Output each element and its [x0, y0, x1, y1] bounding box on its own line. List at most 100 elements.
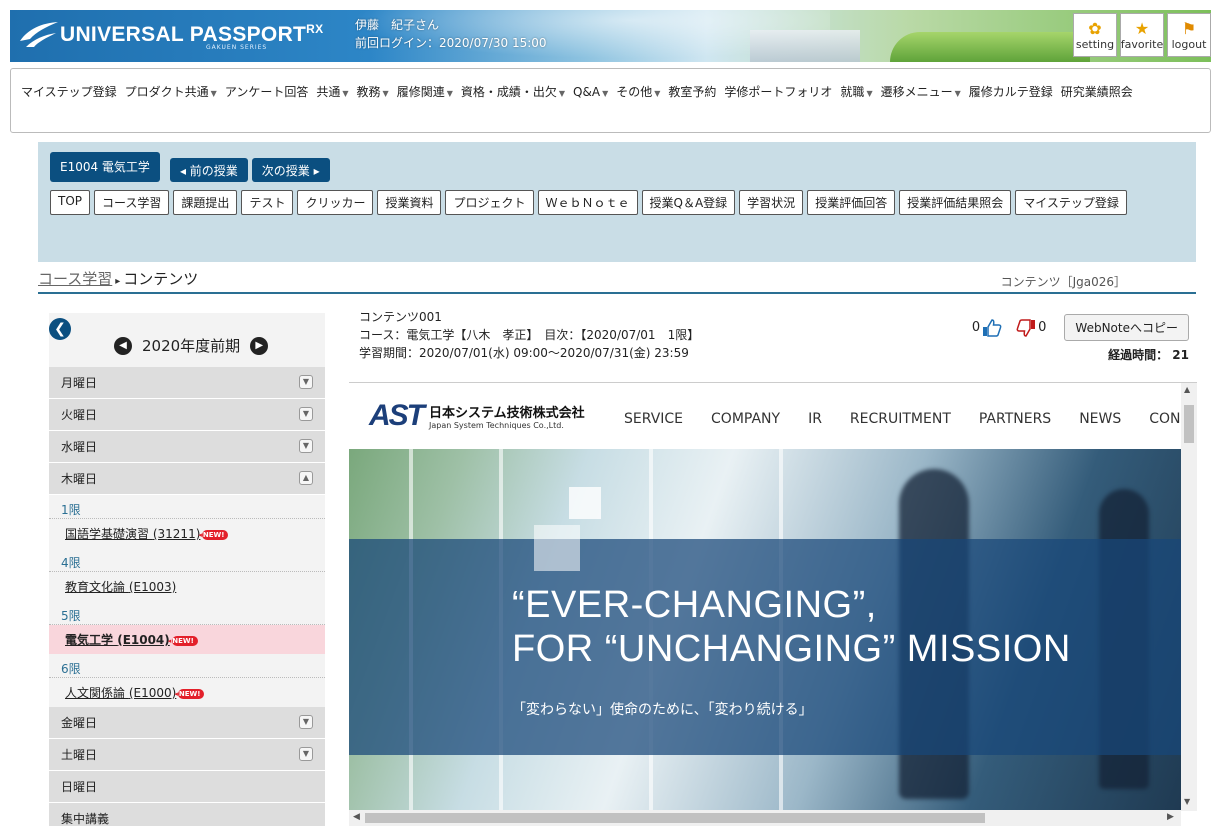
- scroll-down-icon[interactable]: ▼: [1184, 797, 1190, 806]
- horizontal-scroll-thumb[interactable]: [365, 813, 985, 823]
- chevron-down-icon: ▼: [342, 89, 349, 98]
- day-row[interactable]: 火曜日 ▼: [49, 399, 325, 431]
- lecture-link[interactable]: 教育文化論 (E1003): [65, 580, 176, 594]
- prev-term-icon[interactable]: ◀: [114, 336, 132, 355]
- term-label: 2020年度前期: [142, 337, 241, 355]
- menu-item[interactable]: 履修関連 ▼: [397, 78, 453, 108]
- new-badge: NEW!: [171, 635, 198, 646]
- chevron-down-icon: ▼: [558, 89, 566, 98]
- course-tab[interactable]: 授業評価結果照会: [899, 190, 1012, 215]
- app-header: UNIVERSAL PASSPORTRX GAKUEN SERIES 伊藤 紀子…: [10, 10, 1211, 62]
- course-tab[interactable]: テスト: [241, 190, 294, 215]
- vertical-scrollbar[interactable]: ▲ ▼: [1181, 383, 1197, 811]
- menu-item[interactable]: 遷移メニュー ▼: [881, 78, 961, 108]
- lecture-item[interactable]: 教育文化論 (E1003): [49, 572, 325, 601]
- site-nav-link[interactable]: COMPANY: [711, 411, 780, 427]
- menu-item[interactable]: 就職 ▼: [840, 78, 872, 108]
- menu-item[interactable]: Q&A ▼: [573, 78, 608, 108]
- like-vote[interactable]: 0: [972, 318, 1002, 338]
- next-lesson-button[interactable]: 次の授業 ▸: [251, 158, 330, 182]
- menu-item[interactable]: 教室予約: [668, 78, 716, 106]
- course-tab[interactable]: ＷｅｂＮｏｔｅ: [537, 190, 638, 215]
- next-term-icon[interactable]: ▶: [250, 336, 269, 355]
- logout-button[interactable]: ⚑ logout: [1167, 13, 1211, 57]
- menu-item[interactable]: アンケート回答: [225, 78, 309, 106]
- breadcrumb-link-course-study[interactable]: コース学習: [38, 270, 112, 288]
- site-nav-link[interactable]: IR: [808, 411, 822, 427]
- day-row[interactable]: 木曜日 ▲: [49, 463, 325, 495]
- menu-item[interactable]: プロダクト共通 ▼: [125, 78, 217, 108]
- chevron-down-icon[interactable]: ▼: [299, 715, 313, 729]
- lecture-item[interactable]: 電気工学 (E1004)NEW!: [49, 625, 325, 654]
- day-row[interactable]: 日曜日: [49, 771, 325, 803]
- day-label: 月曜日: [61, 376, 98, 390]
- brand-subtitle: GAKUEN SERIES: [206, 44, 268, 51]
- menu-item[interactable]: 資格・成績・出欠 ▼: [461, 78, 565, 108]
- copy-to-webnote-button[interactable]: WebNoteへコピー: [1064, 314, 1189, 341]
- dislike-vote[interactable]: 0: [1016, 318, 1046, 338]
- hero-square-decoration: [534, 525, 580, 571]
- setting-button[interactable]: ✿ setting: [1073, 13, 1117, 57]
- course-tab[interactable]: 課題提出: [173, 190, 238, 215]
- course-tab[interactable]: コース学習: [94, 190, 170, 215]
- menu-item[interactable]: マイステップ登録: [21, 78, 117, 106]
- menu-item[interactable]: 学修ポートフォリオ: [724, 78, 832, 106]
- course-tab[interactable]: マイステップ登録: [1015, 190, 1127, 215]
- menu-item[interactable]: その他 ▼: [616, 78, 660, 108]
- breadcrumb: コース学習 ▸ コンテンツ コンテンツ［Jga026］: [38, 268, 1196, 294]
- last-login: 前回ログイン：2020/07/30 15:00: [355, 36, 547, 50]
- chevron-down-icon[interactable]: ▼: [299, 407, 313, 421]
- site-nav-link[interactable]: NEWS: [1079, 411, 1121, 427]
- lecture-link[interactable]: 国語学基礎演習 (31211): [65, 527, 200, 541]
- period-label: 4限: [49, 548, 325, 572]
- course-tab[interactable]: TOP: [50, 190, 91, 215]
- menu-item-label: 資格・成績・出欠: [460, 85, 557, 99]
- favorite-button[interactable]: ★ favorite: [1120, 13, 1164, 57]
- chevron-up-icon[interactable]: ▲: [299, 471, 313, 485]
- scroll-left-icon[interactable]: ◀: [353, 812, 360, 822]
- day-row[interactable]: 集中講義: [49, 803, 325, 826]
- course-tab[interactable]: クリッカー: [297, 190, 374, 215]
- chevron-down-icon[interactable]: ▼: [299, 375, 313, 389]
- menu-item[interactable]: 共通 ▼: [316, 78, 348, 108]
- menu-item[interactable]: 履修カルテ登録: [969, 78, 1053, 106]
- course-tab[interactable]: 授業Q＆A登録: [641, 190, 736, 215]
- day-row[interactable]: 土曜日 ▼: [49, 739, 325, 771]
- header-buttons: ✿ setting ★ favorite ⚑ logout: [1073, 13, 1211, 57]
- day-row[interactable]: 金曜日 ▼: [49, 707, 325, 739]
- course-panel: E1004 電気工学 ◂ 前の授業 次の授業 ▸ TOP コース学習 課題提出 テスト…: [38, 142, 1196, 262]
- course-tab[interactable]: 授業評価回答: [807, 190, 896, 215]
- lecture-link[interactable]: 電気工学 (E1004): [65, 633, 170, 647]
- gear-icon: ✿: [1088, 18, 1102, 38]
- header-grass-decoration: [890, 32, 1090, 62]
- app-logo[interactable]: UNIVERSAL PASSPORTRX GAKUEN SERIES: [18, 19, 323, 51]
- day-row[interactable]: 月曜日 ▼: [49, 367, 325, 399]
- course-tab[interactable]: 学習状況: [739, 190, 804, 215]
- chevron-down-icon[interactable]: ▼: [299, 747, 313, 761]
- menu-item[interactable]: 教務 ▼: [357, 78, 389, 108]
- site-nav-link[interactable]: RECRUITMENT: [850, 411, 951, 427]
- scroll-right-icon[interactable]: ▶: [1167, 812, 1174, 822]
- site-nav-link[interactable]: SERVICE: [624, 411, 683, 427]
- menu-item[interactable]: 研究業績照会: [1061, 78, 1133, 106]
- day-row[interactable]: 水曜日 ▼: [49, 431, 325, 463]
- collapse-sidebar-icon[interactable]: ❮: [49, 318, 71, 340]
- lecture-link[interactable]: 人文関係論 (E1000): [65, 686, 176, 700]
- content-frame[interactable]: AST 日本システム技術株式会社 Japan System Techniques…: [349, 382, 1197, 826]
- thumbs-up-icon[interactable]: [982, 318, 1002, 338]
- prev-lesson-button[interactable]: ◂ 前の授業: [169, 158, 248, 182]
- course-tab[interactable]: 授業資料: [377, 190, 442, 215]
- lecture-item[interactable]: 人文関係論 (E1000)NEW!: [49, 678, 325, 707]
- menu-item-label: 学修ポートフォリオ: [724, 85, 833, 99]
- course-code-badge[interactable]: E1004 電気工学: [50, 152, 160, 182]
- thumbs-down-icon[interactable]: [1016, 318, 1036, 338]
- lecture-item[interactable]: 国語学基礎演習 (31211)NEW!: [49, 519, 325, 548]
- site-nav-link[interactable]: PARTNERS: [979, 411, 1051, 427]
- horizontal-scrollbar[interactable]: ◀ ▶: [349, 810, 1181, 826]
- scroll-up-icon[interactable]: ▲: [1184, 385, 1190, 394]
- ast-logo[interactable]: AST 日本システム技術株式会社 Japan System Techniques…: [369, 399, 585, 433]
- course-tab[interactable]: プロジェクト: [445, 190, 534, 215]
- site-nav-link[interactable]: CON: [1149, 411, 1180, 427]
- vertical-scroll-thumb[interactable]: [1184, 405, 1194, 443]
- chevron-down-icon[interactable]: ▼: [299, 439, 313, 453]
